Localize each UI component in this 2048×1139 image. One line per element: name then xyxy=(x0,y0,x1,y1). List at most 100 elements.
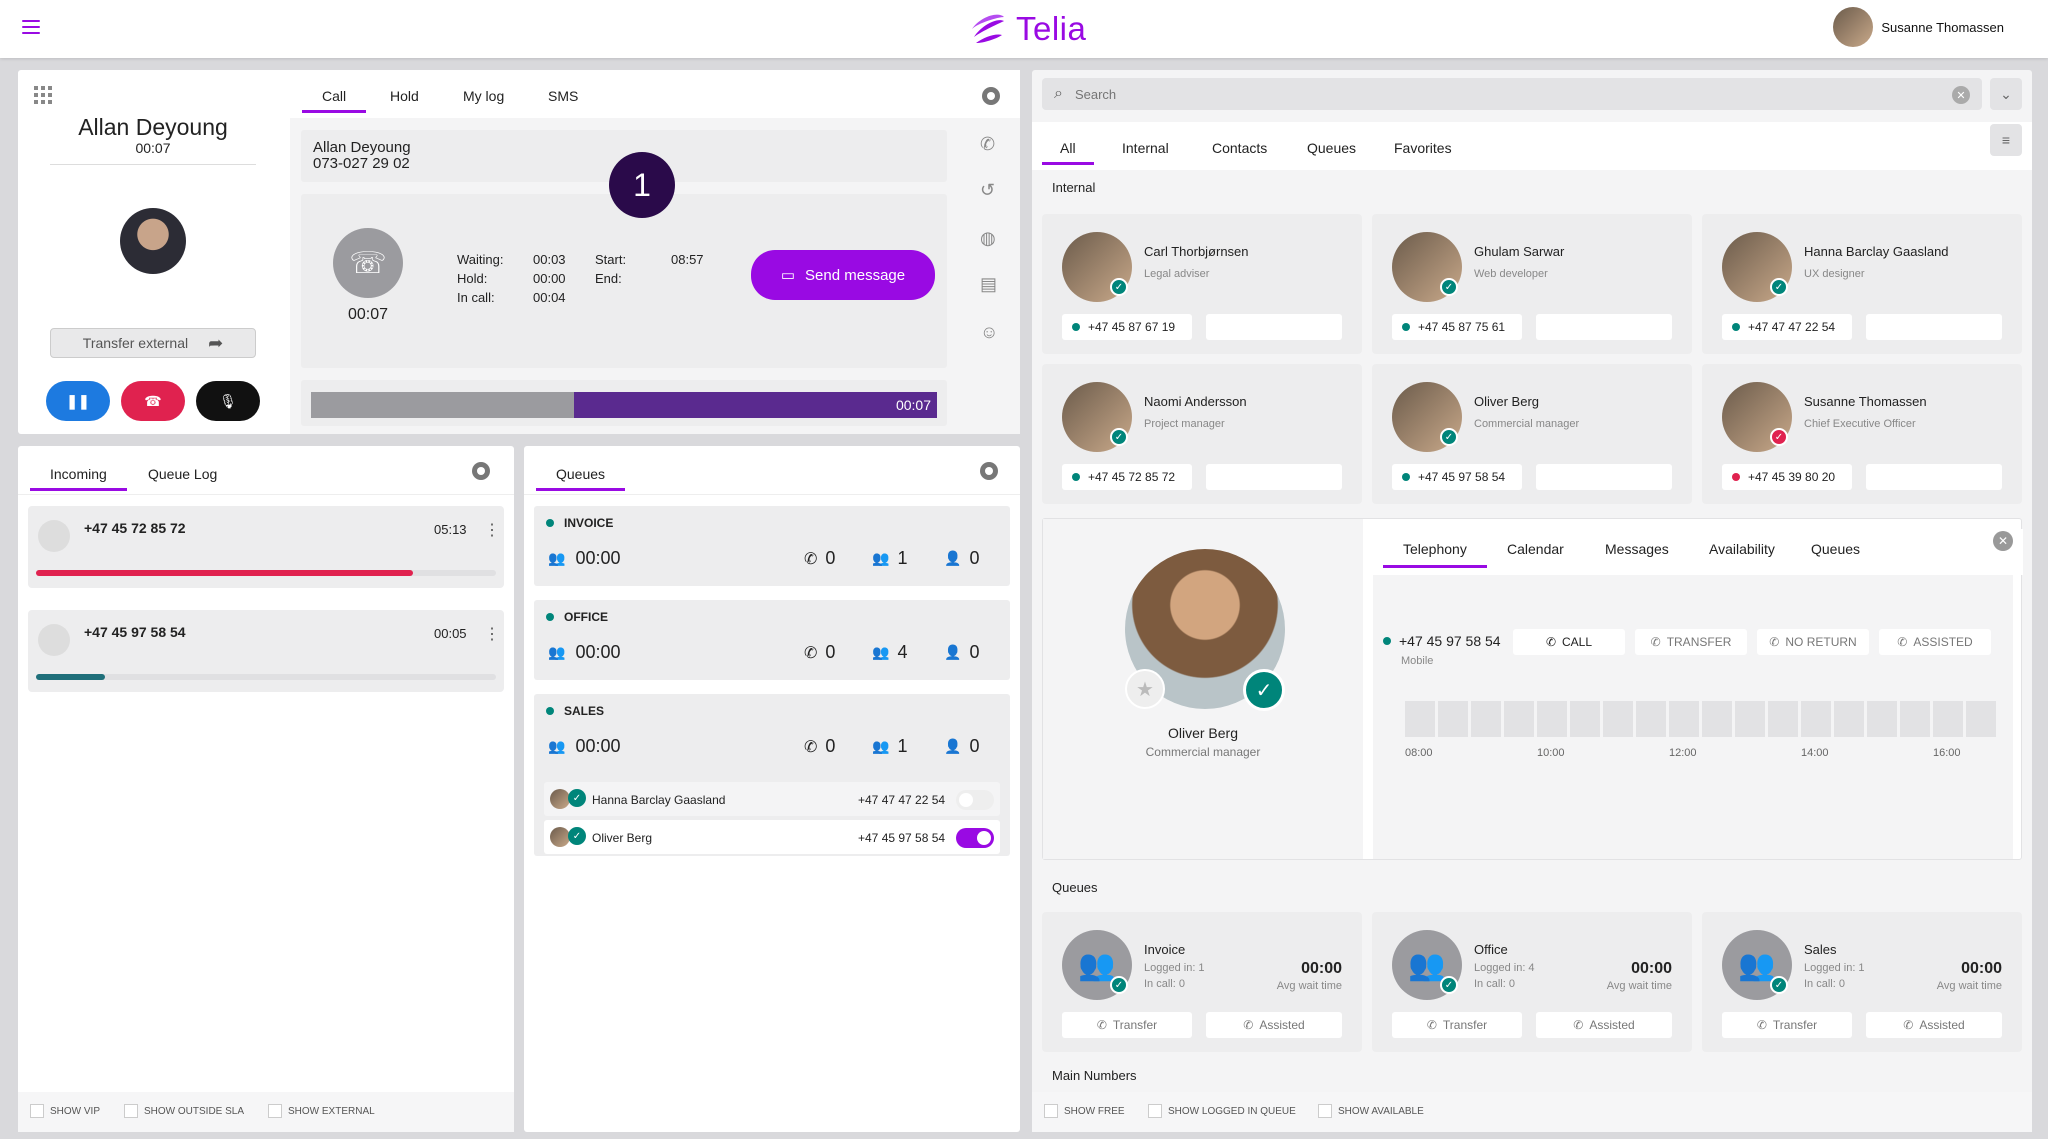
option-show-free[interactable]: SHOW FREE xyxy=(1044,1104,1125,1118)
member-login-toggle[interactable] xyxy=(956,828,994,848)
tab-messages[interactable]: Messages xyxy=(1605,541,1669,563)
option-show-available[interactable]: SHOW AVAILABLE xyxy=(1318,1104,1424,1118)
tab-queues[interactable]: Queues xyxy=(1811,541,1860,563)
call-button[interactable]: ✆ CALL xyxy=(1513,629,1625,655)
transfer-external-button[interactable]: Transfer external ➦ xyxy=(50,328,256,358)
queue-card[interactable]: 👥 ✓ Invoice Logged in: 1 In call: 0 00:0… xyxy=(1042,912,1362,1052)
tab-calendar[interactable]: Calendar xyxy=(1507,541,1564,563)
tab-my-log[interactable]: My log xyxy=(463,88,504,110)
tab-internal[interactable]: Internal xyxy=(1122,140,1169,162)
queue-card[interactable]: 👥 ✓ Sales Logged in: 1 In call: 0 00:00 … xyxy=(1702,912,2022,1052)
contact-phone[interactable]: +47 45 72 85 72 xyxy=(1062,464,1192,490)
more-options-icon[interactable]: ⋮ xyxy=(484,520,500,540)
close-detail-icon[interactable]: ✕ xyxy=(1993,531,2013,551)
internal-heading: Internal xyxy=(1052,180,1096,195)
contact-phone-number: +47 45 97 58 54 xyxy=(1418,470,1506,484)
tab-contacts[interactable]: Contacts xyxy=(1212,140,1267,162)
contact-phone[interactable]: +47 45 87 75 61 xyxy=(1392,314,1522,340)
user-menu[interactable]: Susanne Thomassen xyxy=(1833,7,2004,47)
more-options-icon[interactable]: ⋮ xyxy=(484,624,500,644)
tab-queue-log[interactable]: Queue Log xyxy=(148,466,217,488)
contact-title: UX designer xyxy=(1804,268,1865,280)
option-show-outside-sla[interactable]: SHOW OUTSIDE SLA xyxy=(124,1104,244,1118)
incoming-settings-gear-icon[interactable] xyxy=(472,462,490,480)
search-bar[interactable]: ⌕ xyxy=(1042,78,1982,110)
transfer-icon: ✆ xyxy=(1426,1018,1437,1032)
tab-favorites[interactable]: Favorites xyxy=(1394,140,1452,162)
queue-assisted-button[interactable]: ✆ Assisted xyxy=(1206,1012,1342,1038)
option-show-external[interactable]: SHOW EXTERNAL xyxy=(268,1104,375,1118)
queue-item[interactable]: OFFICE 👥 00:00 ✆ 0 👥 4 👤 0 xyxy=(534,600,1010,680)
queue-item[interactable]: INVOICE 👥 00:00 ✆ 0 👥 1 👤 0 xyxy=(534,506,1010,586)
history-icon[interactable]: ↺ xyxy=(980,180,995,201)
smiley-icon[interactable]: ☺ xyxy=(980,322,998,343)
queues-settings-gear-icon[interactable] xyxy=(980,462,998,480)
clear-search-icon[interactable]: ✕ xyxy=(1952,86,1970,104)
tab-queues[interactable]: Queues xyxy=(536,466,626,491)
tab-availability[interactable]: Availability xyxy=(1709,541,1775,563)
search-input[interactable] xyxy=(1074,86,1875,102)
timeline-slot xyxy=(1801,701,1831,737)
contact-card[interactable]: ✓ Oliver Berg Commercial manager +47 45 … xyxy=(1372,364,1692,504)
clipboard-icon[interactable]: ▤ xyxy=(980,274,997,295)
queue-wait: 👥 00:00 xyxy=(548,548,620,569)
send-message-button[interactable]: ▭ Send message xyxy=(751,250,935,300)
queue-assisted-button[interactable]: ✆ Assisted xyxy=(1866,1012,2002,1038)
contact-card[interactable]: ✓ Susanne Thomassen Chief Executive Offi… xyxy=(1702,364,2022,504)
tab-hold[interactable]: Hold xyxy=(390,88,419,110)
mute-button[interactable]: 🎙 xyxy=(196,381,260,421)
transfer-icon: ✆ xyxy=(1096,1018,1107,1032)
hangup-button[interactable]: ☎ xyxy=(121,381,185,421)
member-login-toggle[interactable] xyxy=(956,790,994,810)
contact-name: Carl Thorbjørnsen xyxy=(1144,244,1249,259)
member-name: Oliver Berg xyxy=(592,831,653,845)
list-menu-icon[interactable]: ≡ xyxy=(1990,124,2022,156)
incoming-call-item[interactable]: +47 45 72 85 72 05:13 ⋮ xyxy=(28,506,504,588)
assisted-button[interactable]: ✆ ASSISTED xyxy=(1879,629,1991,655)
tab-all[interactable]: All xyxy=(1042,140,1094,165)
contact-card[interactable]: ✓ Naomi Andersson Project manager +47 45… xyxy=(1042,364,1362,504)
tab-incoming[interactable]: Incoming xyxy=(30,466,127,491)
transfer-button[interactable]: ✆ TRANSFER xyxy=(1635,629,1747,655)
contact-phone[interactable]: +47 45 39 80 20 xyxy=(1722,464,1852,490)
contact-phone[interactable]: +47 45 87 67 19 xyxy=(1062,314,1192,340)
tab-telephony[interactable]: Telephony xyxy=(1383,541,1487,568)
globe-icon[interactable]: ◍ xyxy=(980,228,996,249)
checkbox[interactable] xyxy=(1318,1104,1332,1118)
tab-queues[interactable]: Queues xyxy=(1307,140,1356,162)
incoming-call-item[interactable]: +47 45 97 58 54 00:05 ⋮ xyxy=(28,610,504,692)
contact-phone[interactable]: +47 47 47 22 54 xyxy=(1722,314,1852,340)
checkbox[interactable] xyxy=(268,1104,282,1118)
phone-icon[interactable]: ✆ xyxy=(980,134,995,155)
queue-transfer-button[interactable]: ✆ Transfer xyxy=(1062,1012,1192,1038)
queue-card-name: Invoice xyxy=(1144,942,1186,957)
dialpad-icon[interactable] xyxy=(34,86,52,104)
checkbox[interactable] xyxy=(30,1104,44,1118)
contact-name: Hanna Barclay Gaasland xyxy=(1804,244,1949,259)
option-show-vip[interactable]: SHOW VIP xyxy=(30,1104,100,1118)
contact-card[interactable]: ✓ Carl Thorbjørnsen Legal adviser +47 45… xyxy=(1042,214,1362,354)
tab-sms[interactable]: SMS xyxy=(548,88,578,110)
queue-transfer-button[interactable]: ✆ Transfer xyxy=(1722,1012,1852,1038)
no-return-button[interactable]: ✆ NO RETURN xyxy=(1757,629,1869,655)
transfer-label: TRANSFER xyxy=(1666,635,1732,649)
checkbox[interactable] xyxy=(1044,1104,1058,1118)
checkbox[interactable] xyxy=(124,1104,138,1118)
option-show-logged-in-queue[interactable]: SHOW LOGGED IN QUEUE xyxy=(1148,1104,1296,1118)
hamburger-menu-icon[interactable] xyxy=(22,20,40,34)
contact-card[interactable]: ✓ Ghulam Sarwar Web developer +47 45 87 … xyxy=(1372,214,1692,354)
queue-card[interactable]: 👥 ✓ Office Logged in: 4 In call: 0 00:00… xyxy=(1372,912,1692,1052)
checkbox[interactable] xyxy=(1148,1104,1162,1118)
tab-call[interactable]: Call xyxy=(302,88,367,113)
message-icon: ▭ xyxy=(780,267,796,284)
favorite-star-icon[interactable]: ★ xyxy=(1125,669,1165,709)
contact-phone[interactable]: +47 45 97 58 54 xyxy=(1392,464,1522,490)
queue-assisted-button[interactable]: ✆ Assisted xyxy=(1536,1012,1672,1038)
contact-card[interactable]: ✓ Hanna Barclay Gaasland UX designer +47… xyxy=(1702,214,2022,354)
queue-transfer-button[interactable]: ✆ Transfer xyxy=(1392,1012,1522,1038)
member-avatar xyxy=(550,827,570,847)
queues-heading: Queues xyxy=(1052,880,1098,895)
pause-button[interactable]: ❚❚ xyxy=(46,381,110,421)
collapse-chevron-icon[interactable]: ⌄ xyxy=(1990,78,2022,110)
settings-gear-icon[interactable] xyxy=(982,87,1000,105)
